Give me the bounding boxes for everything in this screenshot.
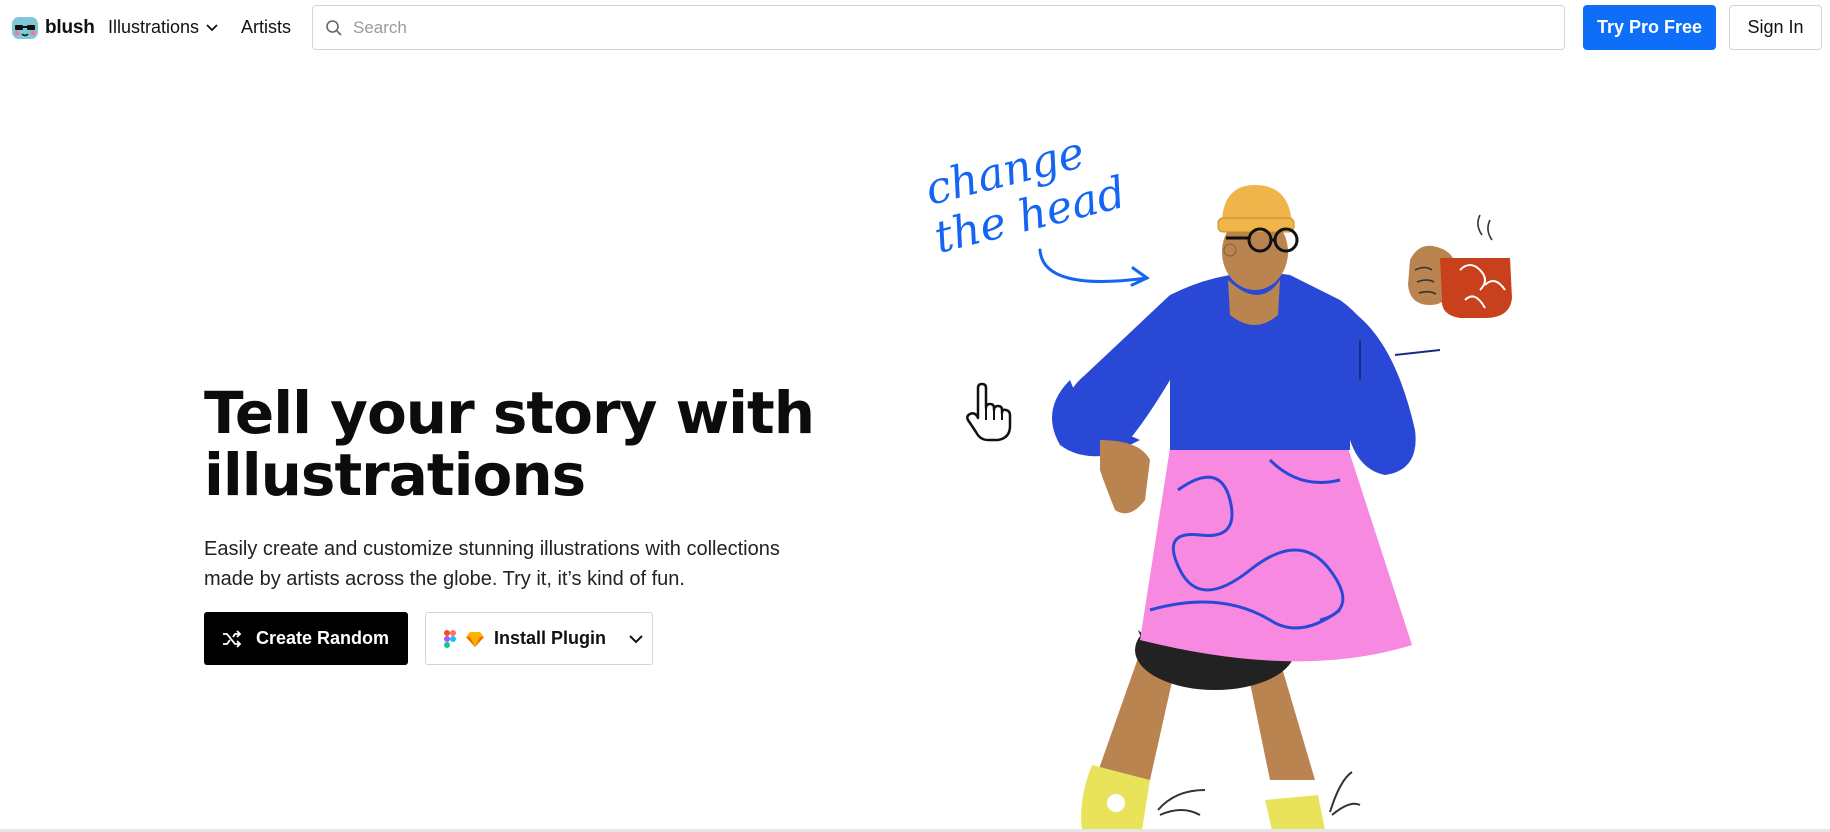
blush-logo-icon: [12, 17, 38, 39]
search-input[interactable]: [353, 17, 1533, 38]
create-random-button[interactable]: Create Random: [204, 612, 408, 665]
sign-in-button[interactable]: Sign In: [1729, 5, 1822, 50]
nav-illustrations-label: Illustrations: [108, 17, 200, 37]
nav-illustrations-dropdown[interactable]: Illustrations: [108, 17, 219, 38]
sketch-icon: [466, 631, 484, 647]
logo[interactable]: blush: [11, 14, 95, 42]
shuffle-icon: [223, 629, 242, 648]
nav-artists-link[interactable]: Artists: [241, 17, 291, 38]
search-bar[interactable]: [312, 5, 1565, 50]
search-icon: [326, 19, 342, 36]
chevron-down-icon: [206, 23, 218, 31]
hero-title: Tell your story with illustrations: [204, 379, 815, 509]
top-navbar: blush Illustrations Artists Try Pro Free…: [0, 0, 1830, 56]
character-illustration: [1052, 185, 1512, 830]
try-pro-free-button[interactable]: Try Pro Free: [1583, 5, 1716, 50]
hero-subtitle: Easily create and customize stunning ill…: [204, 538, 780, 590]
nav-artists-label: Artists: [241, 17, 292, 37]
create-random-label: Create Random: [256, 628, 390, 648]
logo-text: blush: [45, 17, 95, 38]
chevron-down-icon: [629, 634, 643, 643]
install-plugin-dropdown[interactable]: Install Plugin: [425, 612, 653, 665]
install-plugin-label: Install Plugin: [494, 628, 607, 648]
figma-icon: [444, 629, 456, 648]
